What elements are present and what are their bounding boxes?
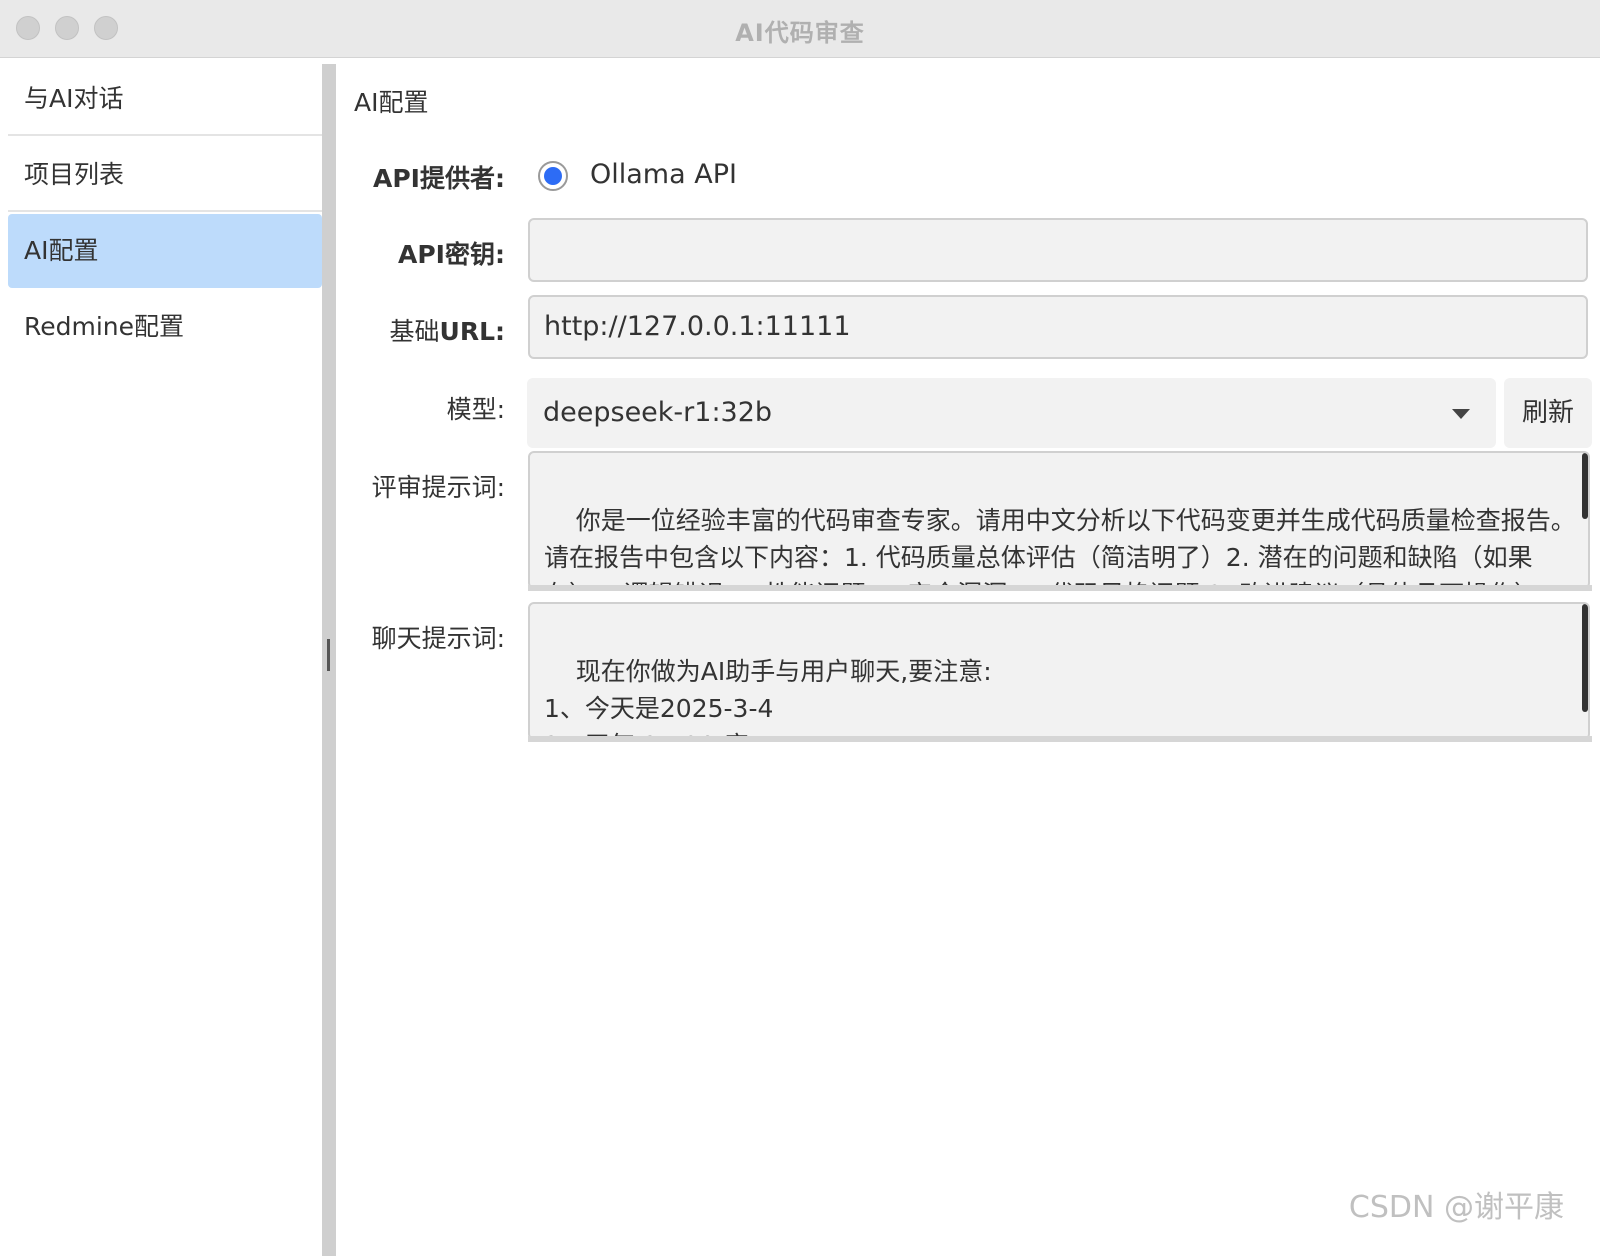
provider-label: API提供者: bbox=[373, 164, 505, 193]
chat-prompt-label: 聊天提示词: bbox=[371, 624, 505, 653]
base-url-label: 基础URL: bbox=[389, 317, 506, 346]
api-key-field[interactable] bbox=[528, 218, 1588, 282]
window-title: AI代码审查 bbox=[735, 19, 865, 47]
chat-prompt-scrollbar[interactable] bbox=[1582, 604, 1588, 712]
sidebar-item-chat[interactable]: 与AI对话 bbox=[8, 62, 322, 136]
sidebar-item-ai-config[interactable]: AI配置 bbox=[8, 214, 322, 288]
chat-prompt-bottom-edge bbox=[528, 736, 1592, 742]
api-key-label: API密钥: bbox=[398, 240, 505, 269]
review-prompt-label: 评审提示词: bbox=[371, 473, 505, 502]
splitter[interactable] bbox=[322, 64, 336, 1256]
title-bar: AI代码审查 bbox=[0, 0, 1600, 58]
refresh-button[interactable]: 刷新 bbox=[1504, 378, 1592, 448]
model-label: 模型: bbox=[446, 395, 505, 424]
page-title: AI配置 bbox=[354, 88, 429, 117]
review-prompt-textarea[interactable]: 你是一位经验丰富的代码审查专家。请用中文分析以下代码变更并生成代码质量检查报告。… bbox=[528, 451, 1590, 589]
provider-radio-ollama[interactable] bbox=[538, 161, 568, 191]
review-prompt-bottom-edge bbox=[528, 585, 1592, 591]
sidebar: 与AI对话 项目列表 AI配置 Redmine配置 bbox=[8, 62, 322, 366]
chat-prompt-text: 现在你做为AI助手与用户聊天,要注意: 1、今天是2025-3-4 2、天气 2… bbox=[544, 657, 992, 738]
splitter-handle[interactable] bbox=[327, 639, 330, 671]
main-panel: AI配置 API提供者: Ollama API API密钥: 基础URL: ht… bbox=[336, 57, 1600, 1256]
sidebar-item-redmine-config[interactable]: Redmine配置 bbox=[8, 290, 322, 364]
review-prompt-text: 你是一位经验丰富的代码审查专家。请用中文分析以下代码变更并生成代码质量检查报告。… bbox=[544, 506, 1564, 587]
base-url-field[interactable]: http://127.0.0.1:11111 bbox=[528, 295, 1588, 359]
radio-selected-dot bbox=[544, 167, 562, 185]
chat-prompt-textarea[interactable]: 现在你做为AI助手与用户聊天,要注意: 1、今天是2025-3-4 2、天气 2… bbox=[528, 602, 1590, 740]
model-select-value: deepseek-r1:32b bbox=[543, 397, 773, 428]
chevron-down-icon bbox=[1452, 409, 1470, 419]
watermark: CSDN @谢平康 bbox=[1348, 1190, 1564, 1225]
sidebar-item-projects[interactable]: 项目列表 bbox=[8, 138, 322, 212]
model-select[interactable]: deepseek-r1:32b bbox=[527, 378, 1496, 448]
review-prompt-scrollbar[interactable] bbox=[1582, 453, 1588, 519]
provider-option-label[interactable]: Ollama API bbox=[590, 159, 737, 190]
